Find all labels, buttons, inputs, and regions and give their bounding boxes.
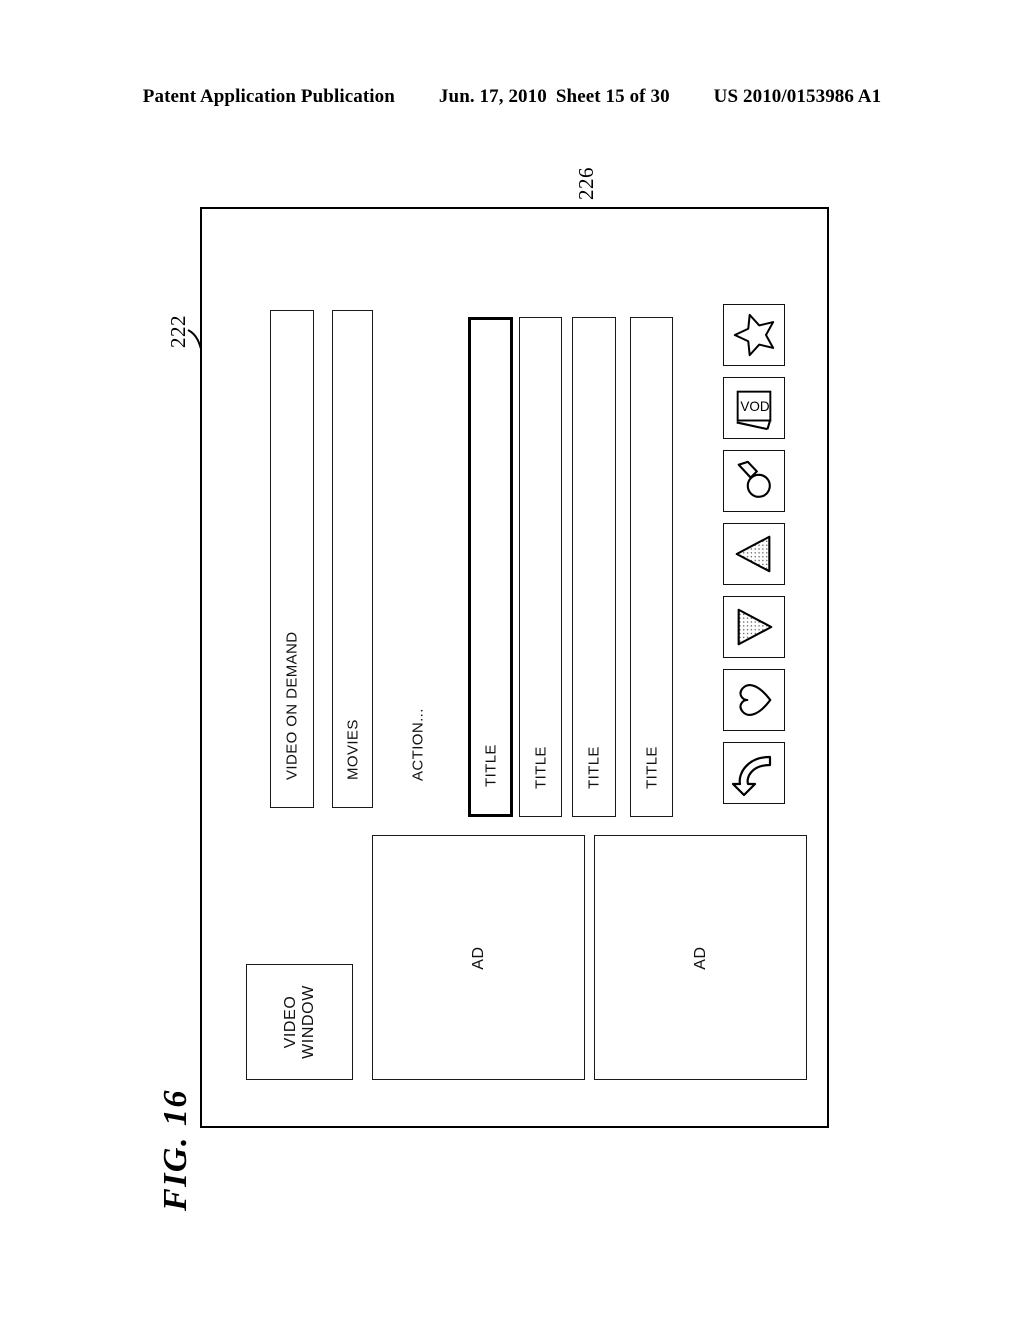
menu-subcategory-label: MOVIES: [344, 719, 361, 780]
video-window-label: VIDEO WINDOW: [282, 985, 318, 1059]
television-screen-frame: VIDEO ON DEMAND MOVIES ACTION... TITLE T…: [200, 207, 829, 1128]
video-window-panel[interactable]: VIDEO WINDOW: [246, 964, 353, 1080]
vod-tag-icon-button[interactable]: VOD: [723, 377, 785, 439]
publication-date: Jun. 17, 2010: [438, 86, 547, 107]
sheet-number: Sheet 15 of 30: [555, 86, 670, 107]
search-icon: [731, 458, 777, 504]
play-icon: [731, 604, 777, 650]
reference-numeral-222: 222: [166, 315, 190, 348]
menu-category-video-on-demand[interactable]: VIDEO ON DEMAND: [270, 310, 314, 808]
video-window-line2: WINDOW: [299, 985, 317, 1059]
menu-subcategory-movies[interactable]: MOVIES: [332, 310, 373, 808]
star-icon: [731, 312, 777, 358]
publication-label: Patent Application Publication: [142, 86, 395, 107]
figure-label: FIG. 16: [157, 1089, 194, 1211]
program-listing-title-1[interactable]: TITLE: [468, 317, 513, 817]
reference-numeral-226: 226: [574, 167, 598, 200]
patent-number: US 2010/0153986 A1: [713, 86, 882, 107]
menu-genre-label: ACTION...: [409, 708, 427, 781]
advertisement-panel-2[interactable]: AD: [594, 835, 807, 1080]
menu-category-label: VIDEO ON DEMAND: [283, 631, 301, 780]
favorite-icon-button[interactable]: [723, 669, 785, 731]
program-listing-label: TITLE: [643, 746, 660, 789]
program-listing-label: TITLE: [585, 746, 603, 789]
advertisement-panel-1[interactable]: AD: [372, 835, 585, 1080]
program-listing-label: TITLE: [482, 744, 499, 787]
program-listing-label: TITLE: [532, 746, 549, 789]
back-arrow-icon-button[interactable]: [723, 742, 785, 804]
advertisement-label: AD: [469, 945, 487, 970]
program-listing-title-4[interactable]: TITLE: [630, 317, 673, 817]
star-icon-button[interactable]: [723, 304, 785, 366]
page-header: Patent Application Publication Jun. 17, …: [0, 86, 1024, 112]
video-window-line1: VIDEO: [281, 995, 299, 1049]
play-icon-button[interactable]: [723, 596, 785, 658]
program-listing-title-3[interactable]: TITLE: [572, 317, 616, 817]
svg-text:VOD: VOD: [740, 399, 769, 414]
search-icon-button[interactable]: [723, 450, 785, 512]
rewind-icon: [731, 531, 777, 577]
back-arrow-icon: [730, 749, 778, 797]
rewind-icon-button[interactable]: [723, 523, 785, 585]
menu-genre-action[interactable]: ACTION...: [398, 310, 438, 808]
program-listing-title-2[interactable]: TITLE: [519, 317, 562, 817]
favorite-icon: [731, 677, 777, 723]
vod-tag-icon: VOD: [729, 383, 779, 433]
advertisement-label: AD: [691, 945, 709, 970]
